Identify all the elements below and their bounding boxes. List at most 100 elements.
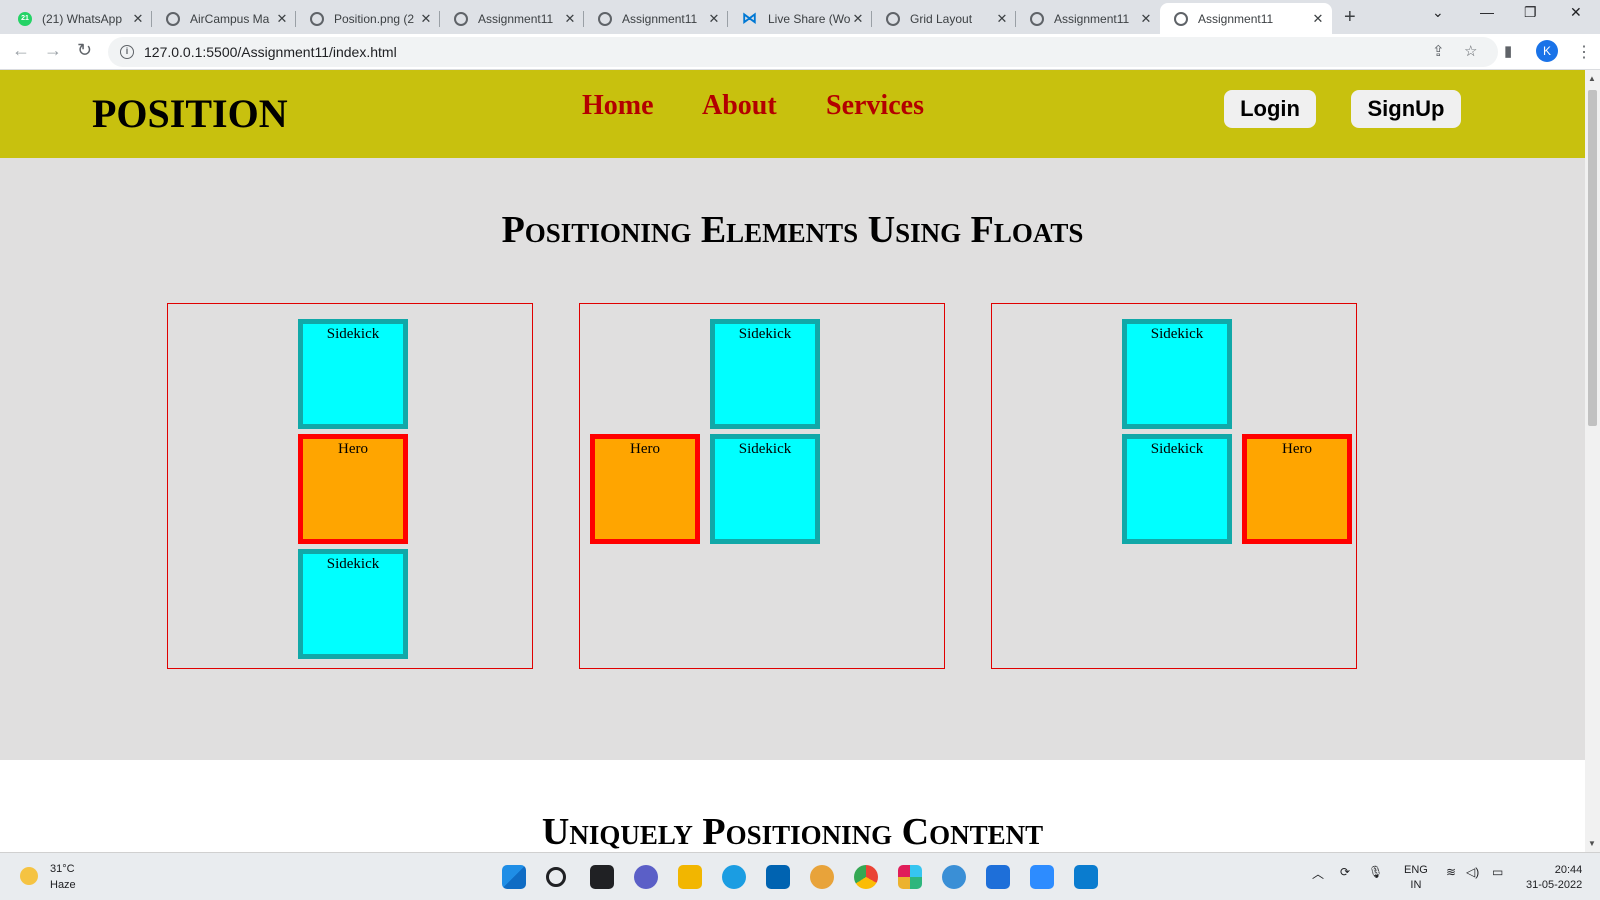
scroll-up-icon[interactable]: ▲ [1588, 74, 1596, 83]
close-icon[interactable]: ✕ [994, 11, 1010, 27]
new-tab-button[interactable]: + [1344, 6, 1356, 29]
battery-icon[interactable]: ▭ [1492, 865, 1503, 879]
site-header: POSITION Home About Services Login SignU… [0, 70, 1585, 158]
weather-description[interactable]: Haze [50, 879, 76, 891]
task-view-icon[interactable] [590, 865, 614, 889]
tab-title: Position.png (2 [334, 11, 415, 26]
nav-services-link[interactable]: Services [826, 90, 924, 122]
tab-title: Live Share (Wor [768, 11, 850, 26]
start-icon[interactable] [502, 865, 526, 889]
windows-taskbar: 31°C Haze ︿ ⟳ 🎙 ENG IN ≋ ◁) ▭ 20:44 31-0… [0, 852, 1600, 900]
tab-assignment11-active[interactable]: Assignment11 ✕ [1160, 3, 1332, 34]
url-text[interactable]: 127.0.0.1:5500/Assignment11/index.html [144, 44, 397, 60]
float-container-2: Sidekick Hero Sidekick [579, 303, 945, 669]
tab-title: Assignment11 [1198, 11, 1274, 26]
tab-title: Assignment11 [478, 11, 554, 26]
tab-grid-layout[interactable]: Grid Layout ✕ [872, 3, 1016, 34]
nav-about-link[interactable]: About [702, 90, 777, 122]
tab-title: Assignment11 [1054, 11, 1130, 26]
sidekick-box: Sidekick [710, 434, 820, 544]
close-icon[interactable]: ✕ [850, 11, 866, 27]
photos-icon[interactable] [810, 865, 834, 889]
vscode-taskbar-icon[interactable] [1074, 865, 1098, 889]
sidekick-box: Sidekick [1122, 319, 1232, 429]
maps-app-icon[interactable] [942, 865, 966, 889]
sidekick-box: Sidekick [298, 549, 408, 659]
tab-whatsapp[interactable]: 21 (21) WhatsApp ✕ [4, 3, 152, 34]
float-container-1: Sidekick Hero Sidekick [167, 303, 533, 669]
sidekick-box: Sidekick [298, 319, 408, 429]
float-section-title: Positioning Elements Using Floats [501, 209, 1084, 251]
globe-icon [1174, 11, 1188, 26]
close-icon[interactable]: ✕ [1310, 11, 1326, 27]
sync-icon[interactable]: ⟳ [1340, 865, 1350, 879]
tab-position-png[interactable]: Position.png (2 ✕ [296, 3, 440, 34]
side-panel-icon[interactable]: ▮ [1504, 42, 1512, 60]
address-bar[interactable]: i 127.0.0.1:5500/Assignment11/index.html [108, 37, 1498, 67]
close-icon[interactable]: ✕ [1138, 11, 1154, 27]
restore-icon[interactable]: ❐ [1524, 4, 1537, 21]
scrollbar-thumb[interactable] [1588, 90, 1597, 426]
float-section: Positioning Elements Using Floats Sideki… [0, 158, 1585, 760]
bookmark-star-icon[interactable]: ☆ [1464, 42, 1477, 60]
sidekick-box: Sidekick [710, 319, 820, 429]
site-brand: POSITION [92, 91, 288, 136]
tab-assignment11-b[interactable]: Assignment11 ✕ [584, 3, 728, 34]
clock-date: 31-05-2022 [1526, 879, 1583, 891]
browser-menu-icon[interactable]: ⋮ [1576, 42, 1592, 62]
close-icon[interactable]: ✕ [274, 11, 290, 27]
site-info-icon[interactable]: i [120, 45, 134, 59]
chat-icon[interactable] [634, 865, 658, 889]
close-icon[interactable]: ✕ [130, 11, 146, 27]
unique-section: Uniquely Positioning Content [0, 760, 1585, 852]
zoom-icon[interactable] [1030, 865, 1054, 889]
slack-icon[interactable] [898, 865, 922, 889]
hero-box: Hero [1242, 434, 1352, 544]
store-icon[interactable] [766, 865, 790, 889]
forward-icon[interactable]: → [44, 40, 62, 61]
reload-icon[interactable]: ↻ [77, 40, 92, 61]
profile-avatar[interactable]: K [1536, 40, 1558, 62]
globe-icon [454, 11, 468, 26]
tab-aircampus[interactable]: AirCampus Ma ✕ [152, 3, 296, 34]
share-icon[interactable]: ⇪ [1432, 42, 1445, 60]
wifi-icon[interactable]: ≋ [1446, 865, 1456, 879]
chrome-icon[interactable] [854, 865, 878, 889]
close-icon[interactable]: ✕ [562, 11, 578, 27]
signup-button[interactable]: SignUp [1351, 90, 1461, 128]
file-explorer-icon[interactable] [678, 865, 702, 889]
close-icon[interactable]: ✕ [418, 11, 434, 27]
back-icon[interactable]: ← [12, 40, 30, 61]
whiteboard-app-icon[interactable] [986, 865, 1010, 889]
language-indicator[interactable]: ENG IN [1404, 863, 1428, 893]
vscode-icon: ⋈ [742, 9, 757, 27]
search-icon[interactable] [546, 867, 566, 887]
globe-icon [166, 11, 180, 26]
region-code: IN [1410, 879, 1422, 891]
tab-live-share[interactable]: ⋈ Live Share (Wor ✕ [728, 3, 872, 34]
volume-icon[interactable]: ◁) [1466, 865, 1479, 879]
show-hidden-icons-icon[interactable]: ︿ [1312, 865, 1324, 882]
tab-title: Grid Layout [910, 11, 973, 26]
close-icon[interactable]: ✕ [706, 11, 722, 27]
weather-moon-icon[interactable] [20, 867, 38, 885]
browser-toolbar: ← → ↻ i 127.0.0.1:5500/Assignment11/inde… [0, 34, 1600, 70]
minimize-icon[interactable]: — [1480, 4, 1494, 20]
microphone-icon[interactable]: 🎙 [1368, 865, 1383, 879]
float-container-3: Sidekick Sidekick Hero [991, 303, 1357, 669]
tab-title: Assignment11 [622, 11, 698, 26]
system-clock[interactable]: 20:44 31-05-2022 [1526, 863, 1582, 893]
edge-icon[interactable] [722, 865, 746, 889]
tab-title: AirCampus Ma [190, 11, 270, 26]
tab-search-icon[interactable]: ⌄ [1432, 4, 1444, 21]
clock-time: 20:44 [1554, 864, 1583, 876]
window-close-icon[interactable]: ✕ [1570, 4, 1582, 21]
login-button[interactable]: Login [1224, 90, 1316, 128]
globe-icon [886, 11, 900, 26]
page-scrollbar[interactable]: ▲ ▼ [1585, 70, 1600, 852]
tab-assignment11-c[interactable]: Assignment11 ✕ [1016, 3, 1160, 34]
nav-home-link[interactable]: Home [582, 90, 654, 122]
tab-assignment11-a[interactable]: Assignment11 ✕ [440, 3, 584, 34]
scroll-down-icon[interactable]: ▼ [1588, 839, 1596, 848]
weather-temperature[interactable]: 31°C [50, 863, 75, 875]
